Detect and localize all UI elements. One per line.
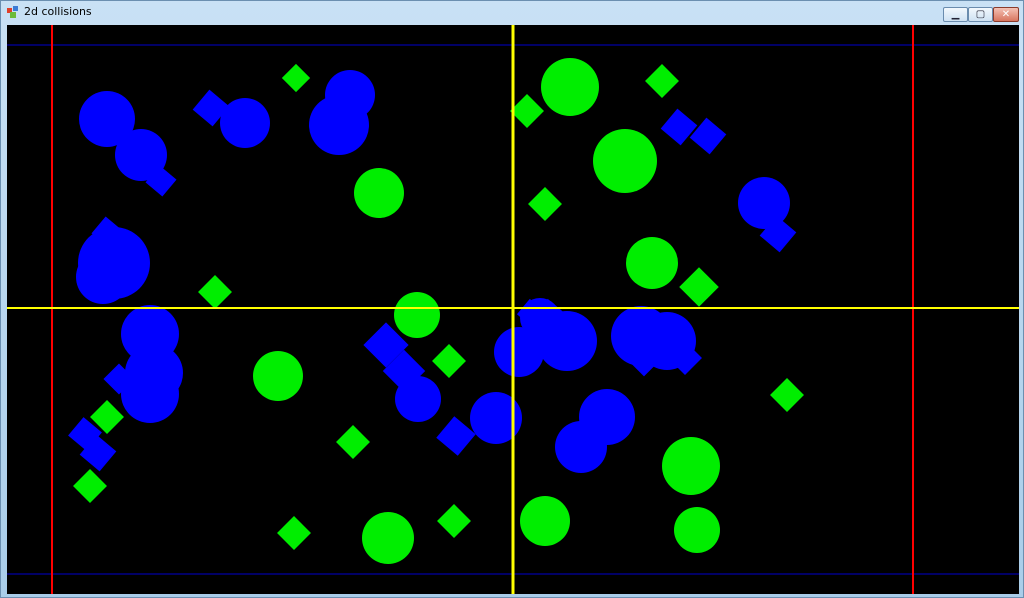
blue-circle-body — [76, 250, 130, 304]
blue-circle-body — [555, 421, 607, 473]
blue-circle-body — [738, 177, 790, 229]
blue-circle-body — [309, 95, 369, 155]
minimize-icon: ▁ — [951, 9, 960, 20]
green-square-body — [432, 344, 466, 378]
green-square-body — [437, 504, 471, 538]
blue-circle-body — [121, 365, 179, 423]
game-canvas[interactable] — [7, 25, 1019, 594]
app-icon — [7, 6, 18, 18]
green-square-body — [336, 425, 370, 459]
close-icon: ✕ — [1001, 9, 1011, 20]
maximize-button[interactable]: ▢ — [968, 7, 993, 22]
green-square-body — [645, 64, 679, 98]
blue-circle-body — [395, 376, 441, 422]
green-circle-body — [362, 512, 414, 564]
maximize-icon: ▢ — [975, 9, 986, 20]
green-circle-body — [354, 168, 404, 218]
green-square-body — [679, 267, 719, 307]
green-circle-body — [520, 496, 570, 546]
blue-square-body — [436, 416, 476, 456]
green-square-body — [73, 469, 107, 503]
blue-square-body — [660, 108, 698, 146]
green-circle-body — [593, 129, 657, 193]
green-circle-body — [674, 507, 720, 553]
close-button[interactable]: ✕ — [993, 7, 1019, 22]
blue-circle-body — [115, 129, 167, 181]
window-title: 2d collisions — [24, 5, 92, 18]
green-circle-body — [541, 58, 599, 116]
blue-circle-body — [220, 98, 270, 148]
scene-svg — [7, 25, 1019, 594]
blue-circle-body — [537, 311, 597, 371]
green-square-body — [277, 516, 311, 550]
blue-square-body — [689, 117, 727, 155]
green-circle-body — [253, 351, 303, 401]
blue-circle-body — [638, 312, 696, 370]
app-window: 2d collisions ▁ ▢ ✕ — [0, 0, 1024, 598]
green-square-body — [528, 187, 562, 221]
green-circle-body — [394, 292, 440, 338]
green-circle-body — [626, 237, 678, 289]
green-circle-body — [662, 437, 720, 495]
title-bar[interactable]: 2d collisions ▁ ▢ ✕ — [1, 1, 1023, 23]
green-square-body — [198, 275, 232, 309]
green-square-body — [281, 63, 311, 93]
green-square-body — [510, 94, 544, 128]
minimize-button[interactable]: ▁ — [943, 7, 968, 22]
green-square-body — [770, 378, 804, 412]
